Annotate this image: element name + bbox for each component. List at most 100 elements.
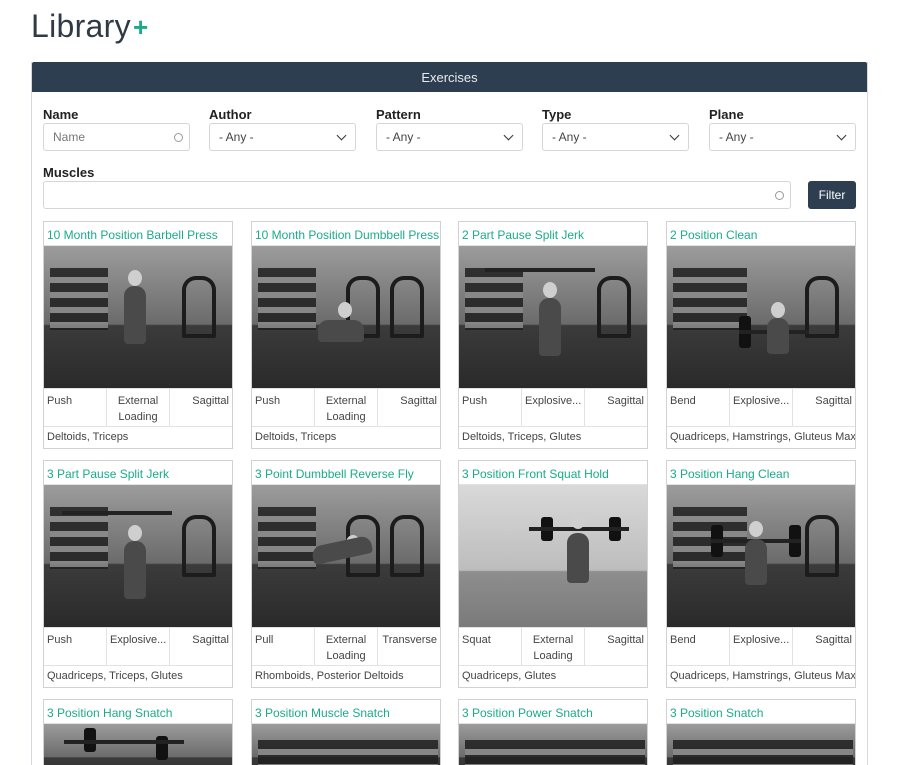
- image-graphic-bar: [62, 511, 172, 515]
- plane-value: Sagittal: [400, 395, 437, 407]
- pattern-value: Push: [459, 389, 522, 426]
- image-graphic-head: [338, 302, 352, 318]
- image-graphic-rack: [258, 507, 316, 569]
- add-icon[interactable]: +: [133, 12, 148, 42]
- image-graphic-machine: [597, 276, 631, 338]
- exercise-card[interactable]: 3 Position Front Squat Hold Squat Extern…: [458, 460, 648, 688]
- muscles-value: Quadriceps, Hamstrings, Gluteus Max...: [670, 431, 855, 443]
- image-graphic-person: [767, 318, 789, 354]
- image-graphic-head: [128, 270, 142, 286]
- image-graphic-rack: [673, 740, 853, 765]
- exercise-title[interactable]: 3 Position Power Snatch: [459, 700, 647, 724]
- type-select[interactable]: - Any -: [542, 123, 689, 151]
- exercise-image[interactable]: [667, 724, 855, 765]
- exercise-title[interactable]: 3 Point Dumbbell Reverse Fly: [252, 461, 440, 485]
- image-graphic-head: [571, 513, 585, 529]
- exercise-image[interactable]: [459, 485, 647, 627]
- exercise-title[interactable]: 3 Position Muscle Snatch: [252, 700, 440, 724]
- type-value: Explosive...: [107, 628, 170, 665]
- exercise-image[interactable]: [667, 246, 855, 388]
- pattern-value: Bend: [667, 628, 730, 665]
- exercise-card[interactable]: 3 Position Power Snatch: [458, 699, 648, 765]
- exercise-card[interactable]: 10 Month Position Dumbbell Press Push Ex…: [251, 221, 441, 449]
- exercise-title[interactable]: 3 Position Snatch: [667, 700, 855, 724]
- name-label: Name: [43, 107, 79, 122]
- exercise-card[interactable]: 3 Part Pause Split Jerk Push Explosive..…: [43, 460, 233, 688]
- muscles-value: Deltoids, Triceps, Glutes: [462, 431, 582, 443]
- exercise-image[interactable]: [44, 724, 232, 765]
- exercise-card[interactable]: 2 Part Pause Split Jerk Push Explosive..…: [458, 221, 648, 449]
- muscles-input[interactable]: [43, 181, 791, 209]
- image-graphic-person: [567, 533, 589, 583]
- type-label: Type: [542, 107, 572, 122]
- author-value: - Any -: [219, 130, 254, 144]
- image-graphic-head: [128, 525, 142, 541]
- pattern-select[interactable]: - Any -: [376, 123, 523, 151]
- pattern-value: Push: [252, 389, 315, 426]
- muscles-label: Muscles: [43, 165, 95, 180]
- image-graphic-rack: [465, 268, 523, 330]
- image-graphic-machine: [390, 515, 424, 577]
- exercise-meta: Push Explosive... Sagittal: [44, 627, 232, 666]
- image-graphic-rack: [50, 268, 108, 330]
- plane-value: Transverse: [382, 634, 437, 646]
- exercise-card[interactable]: 3 Point Dumbbell Reverse Fly Pull Extern…: [251, 460, 441, 688]
- image-graphic-machine: [182, 276, 216, 338]
- search-icon: [174, 133, 183, 142]
- exercise-card[interactable]: 3 Position Muscle Snatch: [251, 699, 441, 765]
- chevron-down-icon: [336, 130, 347, 141]
- pattern-value: Bend: [667, 389, 730, 426]
- image-graphic-rack: [50, 507, 108, 569]
- exercise-image[interactable]: [459, 246, 647, 388]
- name-input[interactable]: Name: [43, 123, 190, 151]
- exercise-card[interactable]: 3 Position Hang Snatch: [43, 699, 233, 765]
- muscles-value: Deltoids, Triceps: [47, 431, 129, 443]
- image-graphic-bar: [485, 268, 595, 272]
- muscles-value: Quadriceps, Triceps, Glutes: [47, 670, 183, 682]
- exercise-title[interactable]: 2 Part Pause Split Jerk: [459, 222, 647, 246]
- plane-value: Sagittal: [815, 634, 852, 646]
- panel-header: Exercises: [32, 62, 867, 92]
- exercise-image[interactable]: [44, 246, 232, 388]
- plane-value: Sagittal: [192, 395, 229, 407]
- exercise-card[interactable]: 3 Position Hang Clean Bend Explosive... …: [666, 460, 856, 688]
- name-placeholder: Name: [53, 130, 86, 144]
- exercise-card[interactable]: 10 Month Position Barbell Press Push Ext…: [43, 221, 233, 449]
- muscles-value: Quadriceps, Glutes: [462, 670, 557, 682]
- pattern-value: Push: [44, 628, 107, 665]
- plane-value: - Any -: [719, 130, 754, 144]
- exercise-title[interactable]: 3 Position Hang Clean: [667, 461, 855, 485]
- exercise-card[interactable]: 2 Position Clean Bend Explosive... Sagit…: [666, 221, 856, 449]
- exercise-image[interactable]: [252, 724, 440, 765]
- type-value: Explosive...: [730, 628, 793, 665]
- image-graphic-person: [124, 541, 146, 599]
- image-graphic-person: [318, 320, 364, 342]
- exercise-title[interactable]: 10 Month Position Barbell Press: [44, 222, 232, 246]
- plane-value: Sagittal: [607, 395, 644, 407]
- image-graphic-machine: [182, 515, 216, 577]
- exercise-image[interactable]: [44, 485, 232, 627]
- exercise-title[interactable]: 10 Month Position Dumbbell Press: [252, 222, 440, 246]
- plane-select[interactable]: - Any -: [709, 123, 856, 151]
- image-graphic-rack: [258, 740, 438, 765]
- exercise-meta: Push External Loading Sagittal: [44, 388, 232, 427]
- plane-value: Sagittal: [607, 634, 644, 646]
- search-icon: [775, 191, 784, 200]
- exercise-image[interactable]: [252, 246, 440, 388]
- author-select[interactable]: - Any -: [209, 123, 356, 151]
- exercise-title[interactable]: 2 Position Clean: [667, 222, 855, 246]
- exercise-card[interactable]: 3 Position Snatch: [666, 699, 856, 765]
- exercise-image[interactable]: [667, 485, 855, 627]
- exercise-image[interactable]: [252, 485, 440, 627]
- type-value: - Any -: [552, 130, 587, 144]
- exercise-title[interactable]: 3 Position Hang Snatch: [44, 700, 232, 724]
- chevron-down-icon: [836, 130, 847, 141]
- exercise-image[interactable]: [459, 724, 647, 765]
- exercise-title[interactable]: 3 Part Pause Split Jerk: [44, 461, 232, 485]
- exercise-title[interactable]: 3 Position Front Squat Hold: [459, 461, 647, 485]
- image-graphic-person: [745, 539, 767, 585]
- image-graphic-machine: [805, 276, 839, 338]
- image-graphic-bar: [64, 740, 184, 744]
- filter-button[interactable]: Filter: [808, 181, 856, 209]
- image-graphic-machine: [390, 276, 424, 338]
